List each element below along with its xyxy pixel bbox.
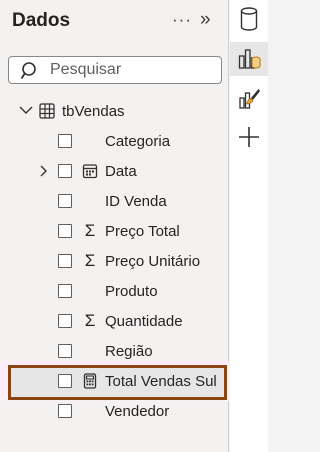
pane-title: Dados	[12, 10, 71, 31]
field-checkbox[interactable]	[58, 134, 72, 148]
plus-icon	[239, 127, 259, 147]
field-label: Categoria	[105, 133, 171, 150]
field-checkbox[interactable]	[58, 314, 72, 328]
field-label: Vendedor	[105, 403, 170, 420]
search-box[interactable]	[8, 56, 222, 84]
field-label: ID Venda	[105, 193, 167, 210]
calculator-icon	[83, 373, 97, 389]
chevron-right-icon[interactable]	[38, 165, 50, 177]
field-label: Quantidade	[105, 313, 183, 330]
field-checkbox[interactable]	[58, 344, 72, 358]
double-chevron-right-icon[interactable]: »	[200, 9, 211, 31]
field-checkbox[interactable]	[58, 284, 72, 298]
field-row[interactable]: Σ Quantidade	[0, 310, 229, 334]
data-pane-button[interactable]	[230, 2, 268, 36]
format-brush-icon	[239, 89, 260, 109]
field-row[interactable]: Data	[0, 160, 229, 184]
data-pane: Dados ··· » tbVendas Categoria	[0, 0, 229, 452]
field-checkbox[interactable]	[58, 404, 72, 418]
build-visual-icon	[238, 49, 261, 69]
field-label: Preço Total	[105, 223, 180, 240]
field-label: Produto	[105, 283, 158, 300]
field-label: Total Vendas Sul	[105, 373, 217, 390]
build-visual-button[interactable]	[230, 42, 268, 76]
search-input[interactable]	[50, 60, 215, 80]
field-row[interactable]: Produto	[0, 280, 229, 304]
field-label: Região	[105, 343, 153, 360]
format-visual-button[interactable]	[230, 82, 268, 116]
ellipsis-icon[interactable]: ···	[172, 10, 192, 30]
search-icon	[21, 62, 36, 79]
table-icon	[39, 103, 55, 119]
field-checkbox[interactable]	[58, 224, 72, 238]
field-checkbox[interactable]	[58, 374, 72, 388]
calendar-icon	[82, 164, 98, 179]
field-label: Preço Unitário	[105, 253, 201, 270]
field-row[interactable]: Σ Preço Unitário	[0, 250, 229, 274]
field-row[interactable]: Vendedor	[0, 400, 229, 424]
field-row[interactable]: ID Venda	[0, 190, 229, 214]
sigma-icon: Σ	[84, 311, 96, 330]
field-row-highlighted[interactable]: Total Vendas Sul	[0, 370, 229, 394]
table-name: tbVendas	[62, 103, 125, 120]
table-node-tbvendas[interactable]: tbVendas	[0, 100, 229, 124]
add-button[interactable]	[230, 120, 268, 154]
chevron-down-icon[interactable]	[18, 102, 34, 118]
field-checkbox[interactable]	[58, 164, 72, 178]
field-row[interactable]: Σ Preço Total	[0, 220, 229, 244]
sigma-icon: Σ	[84, 251, 96, 270]
database-icon	[240, 7, 258, 31]
field-row[interactable]: Categoria	[0, 130, 229, 154]
field-checkbox[interactable]	[58, 254, 72, 268]
field-label: Data	[105, 163, 137, 180]
field-checkbox[interactable]	[58, 194, 72, 208]
pane-switcher-rail	[230, 0, 268, 452]
field-row[interactable]: Região	[0, 340, 229, 364]
sigma-icon: Σ	[84, 221, 96, 240]
